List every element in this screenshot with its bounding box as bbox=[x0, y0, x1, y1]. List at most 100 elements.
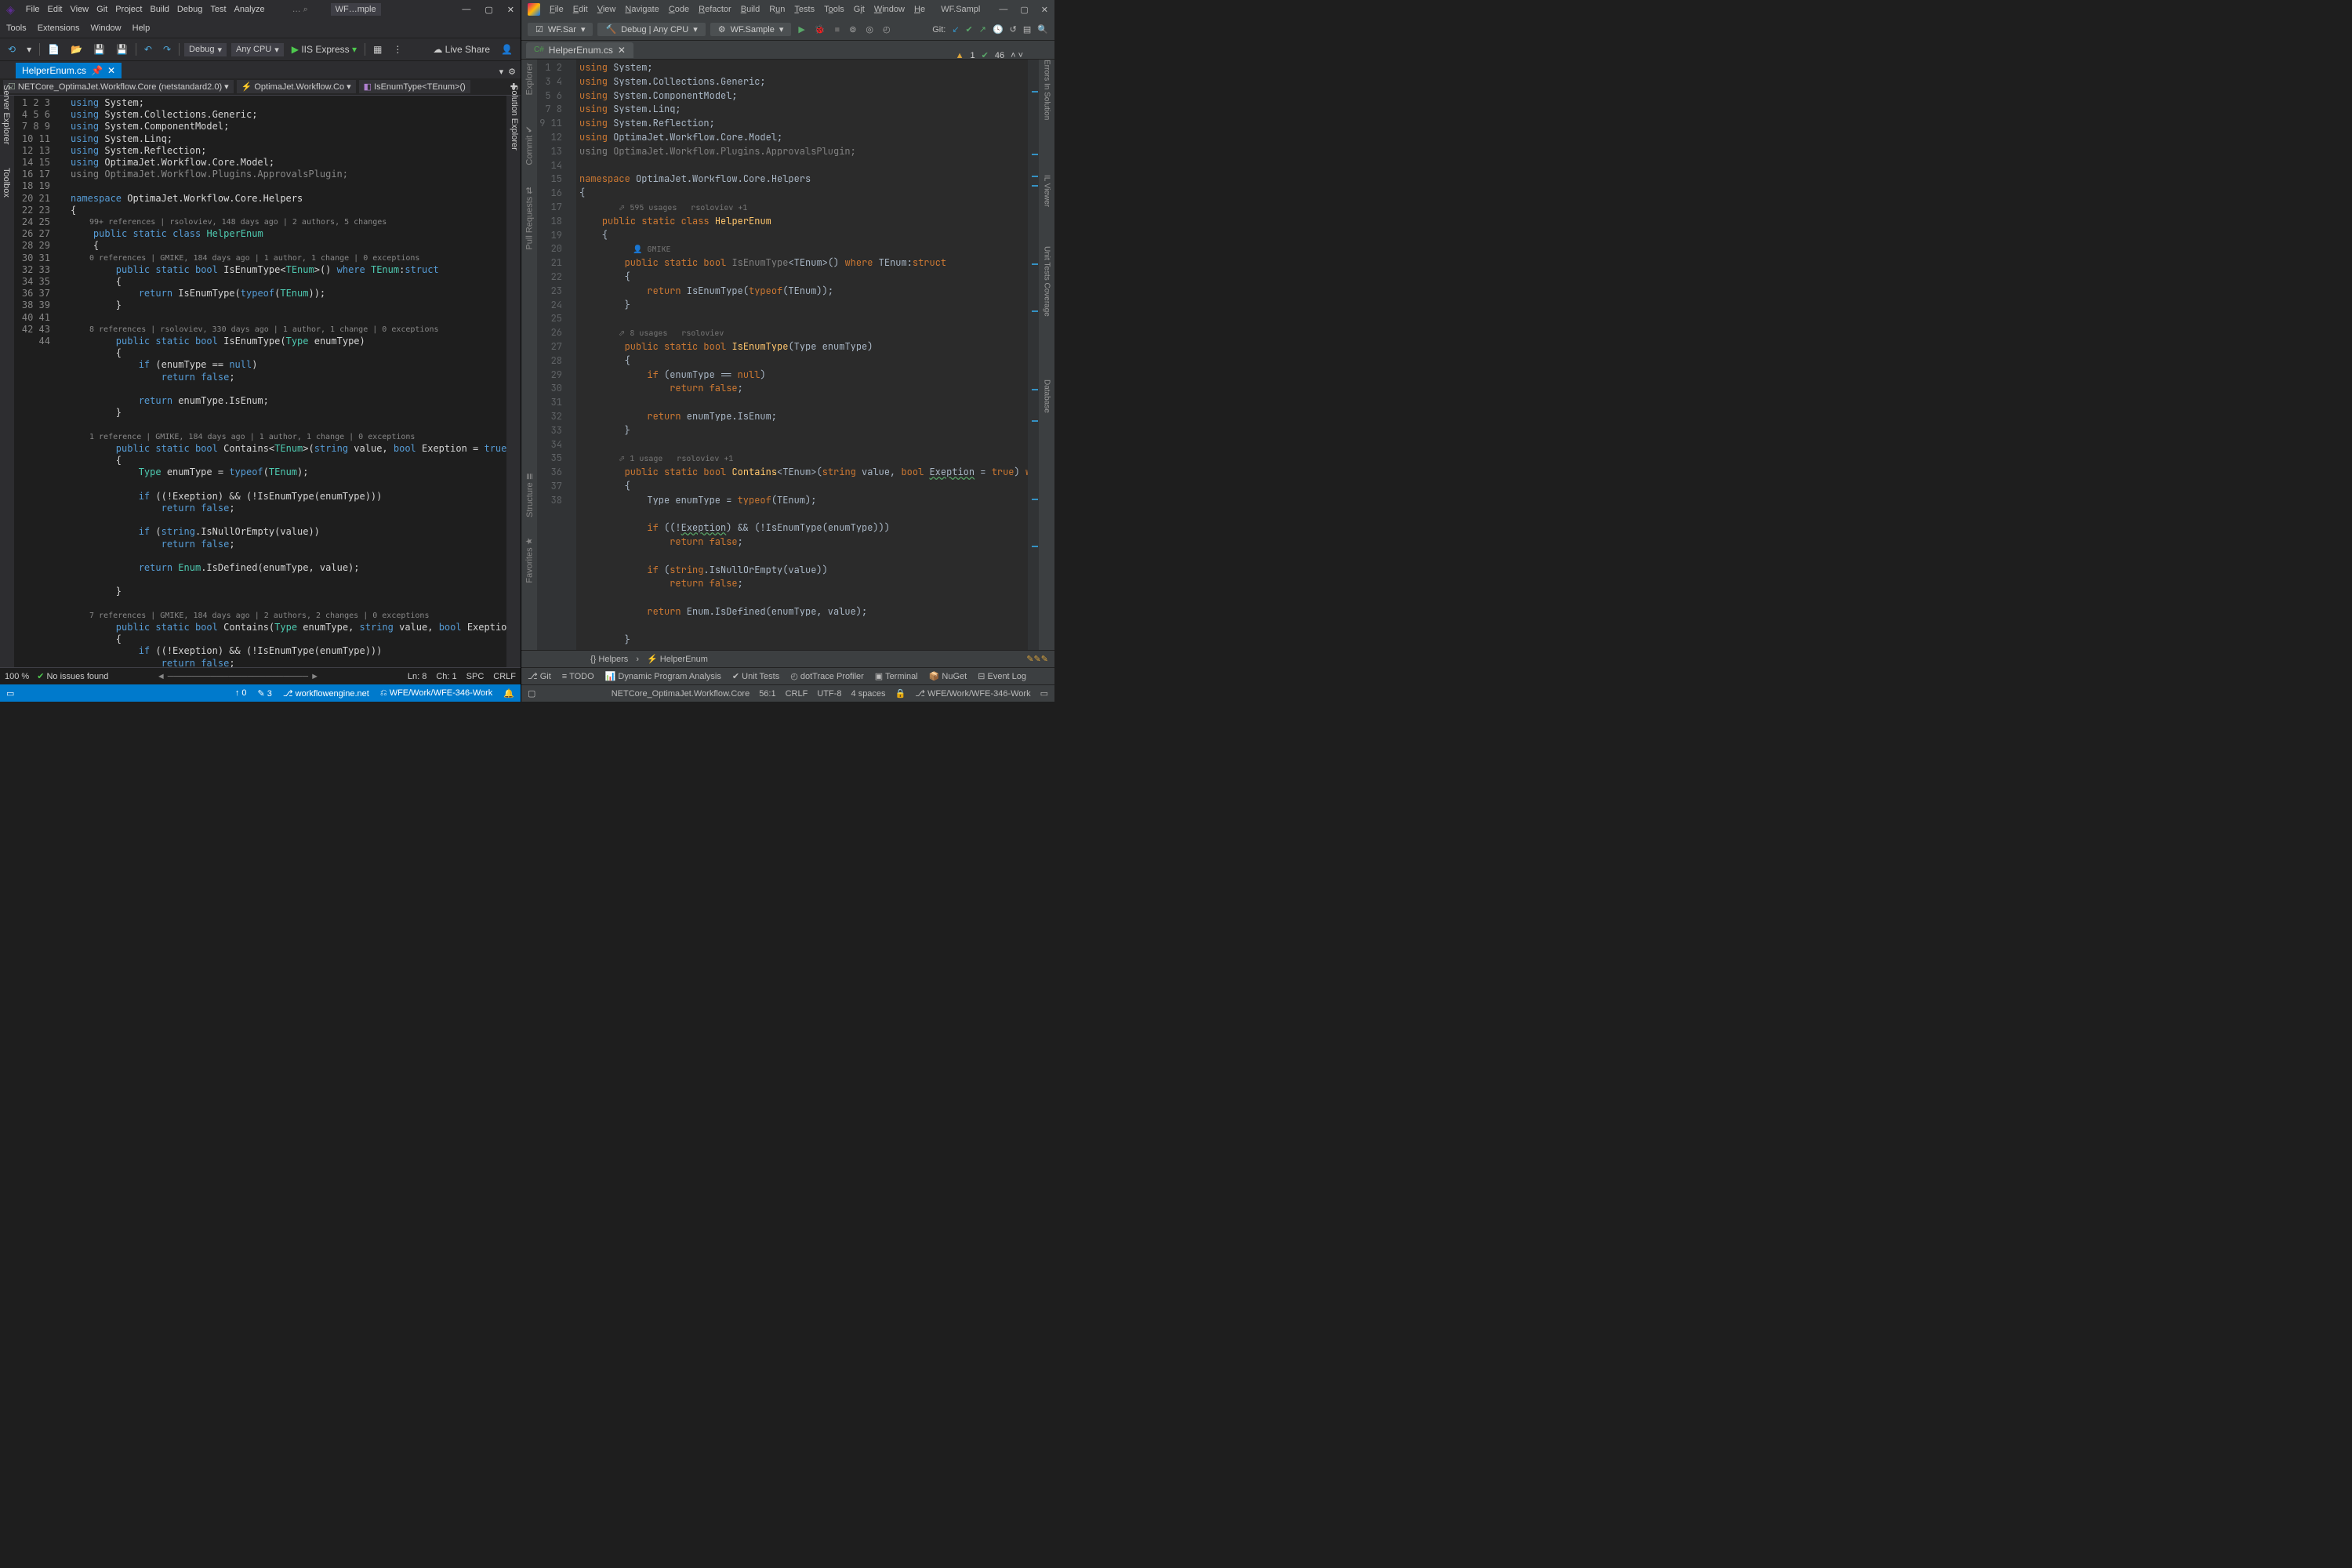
ctx-project[interactable]: ☑NETCore_OptimaJet.Workflow.Core (netsta… bbox=[3, 80, 234, 93]
search-icon[interactable]: 🔍 bbox=[1037, 24, 1048, 34]
bread-ns[interactable]: Helpers bbox=[598, 655, 628, 664]
vs-menu-analyze[interactable]: Analyze bbox=[234, 5, 265, 14]
tab-gear-icon[interactable]: ⚙ bbox=[508, 67, 516, 77]
vtab-pull-requests[interactable]: Pull Requests ⇄ bbox=[524, 187, 535, 249]
structure-icon[interactable]: ▤ bbox=[1023, 24, 1031, 34]
vs-menu-help[interactable]: Help bbox=[132, 24, 151, 33]
vtab-database[interactable]: Database bbox=[1043, 379, 1051, 413]
status-ram-icon[interactable]: ▭ bbox=[1040, 688, 1048, 699]
repo-indicator[interactable]: ⎇ workflowengine.net bbox=[283, 688, 369, 699]
vtab-il-viewer[interactable]: IL Viewer bbox=[1043, 175, 1051, 207]
rd-menu-file[interactable]: File bbox=[550, 5, 564, 14]
bread-class[interactable]: HelperEnum bbox=[660, 655, 708, 664]
vtab-toolbox[interactable]: Toolbox bbox=[0, 165, 13, 201]
rd-menu-help[interactable]: He bbox=[914, 5, 925, 14]
zoom-dropdown[interactable]: 100 % bbox=[5, 672, 29, 681]
git-history-icon[interactable]: 🕓 bbox=[993, 24, 1004, 34]
profiler-icon[interactable]: ⊚ bbox=[847, 24, 858, 34]
rd-config-picker[interactable]: 🔨 Debug | Any CPU ▾ bbox=[597, 23, 705, 36]
rd-sln-picker[interactable]: ☑ WF.Sar ▾ bbox=[528, 23, 593, 36]
close-icon[interactable]: ✕ bbox=[1041, 5, 1048, 15]
vs-code-area[interactable]: using System; using System.Collections.G… bbox=[67, 96, 506, 667]
rd-menu-view[interactable]: View bbox=[597, 5, 616, 14]
vtab-structure[interactable]: Structure ≣ bbox=[524, 473, 535, 517]
vs-menu-tools[interactable]: Tools bbox=[6, 24, 27, 33]
tool-git[interactable]: ⎇ Git bbox=[528, 671, 551, 681]
eol-indicator[interactable]: CRLF bbox=[493, 672, 516, 681]
vs-menu-debug[interactable]: Debug bbox=[177, 5, 202, 14]
ins-indicator[interactable]: SPC bbox=[466, 672, 485, 681]
vtab-solution-explorer[interactable]: Solution Explorer bbox=[508, 82, 521, 154]
tab-close-icon[interactable]: ✕ bbox=[107, 65, 115, 76]
minimize-icon[interactable]: — bbox=[462, 5, 470, 15]
minimize-icon[interactable]: — bbox=[999, 5, 1007, 15]
tool-todo[interactable]: ≡ TODO bbox=[562, 672, 594, 681]
pin-icon[interactable]: 📌 bbox=[91, 65, 103, 76]
run-icon[interactable]: ▶ bbox=[796, 24, 807, 34]
tool-dpa[interactable]: 📊 Dynamic Program Analysis bbox=[605, 671, 721, 681]
status-proj[interactable]: NETCore_OptimaJet.Workflow.Core bbox=[612, 689, 750, 699]
pencils-icon[interactable]: ✎✎✎ bbox=[1026, 654, 1048, 664]
vs-menu-build[interactable]: Build bbox=[150, 5, 169, 14]
ln-indicator[interactable]: Ln: 8 bbox=[408, 672, 426, 681]
vtab-errors[interactable]: Errors In Solution bbox=[1043, 60, 1051, 120]
issues-status[interactable]: ✔ No issues found bbox=[37, 671, 108, 681]
tab-close-icon[interactable]: ✕ bbox=[618, 45, 626, 56]
vtab-commit[interactable]: Commit ✔ bbox=[524, 125, 535, 165]
rd-menu-code[interactable]: Code bbox=[669, 5, 689, 14]
rd-menu-run[interactable]: Run bbox=[769, 5, 785, 14]
vs-editor-tab[interactable]: HelperEnum.cs 📌 ✕ bbox=[16, 63, 122, 78]
vtab-favorites[interactable]: Favorites ★ bbox=[524, 537, 535, 583]
status-eol[interactable]: CRLF bbox=[786, 689, 808, 699]
inspection-widgets[interactable]: ▲1 ✔46 ˄ ˅ bbox=[956, 50, 1023, 60]
vs-editor[interactable]: 1 2 3 4 5 6 7 8 9 10 11 12 13 14 15 16 1… bbox=[14, 96, 506, 667]
status-lock-icon[interactable]: 🔒 bbox=[895, 688, 906, 699]
stop-icon[interactable]: ■ bbox=[833, 25, 843, 34]
tool-event-log[interactable]: ⊟ Event Log bbox=[978, 671, 1026, 681]
git-commit-icon[interactable]: ✔ bbox=[966, 24, 973, 34]
git-update-icon[interactable]: ↙ bbox=[952, 24, 959, 34]
tb-misc2[interactable]: ⋮ bbox=[390, 42, 405, 56]
vtab-explorer[interactable]: Explorer 📁 bbox=[524, 60, 535, 95]
vs-search-box[interactable]: … ⌕ bbox=[281, 5, 320, 15]
platform-combo[interactable]: Any CPU ▾ bbox=[231, 43, 284, 56]
vs-titlebar-doc[interactable]: WF…mple bbox=[331, 3, 381, 16]
ctx-member[interactable]: ◧IsEnumType<TEnum>() bbox=[359, 80, 470, 93]
rd-code-area[interactable]: using System; using System.Collections.G… bbox=[576, 60, 1028, 650]
vs-menu-edit[interactable]: Edit bbox=[48, 5, 63, 14]
coverage-icon[interactable]: ◎ bbox=[863, 24, 876, 34]
tb-misc1[interactable]: ▦ bbox=[370, 42, 385, 56]
status-branch[interactable]: ⎇ WFE/Work/WFE-346-Work bbox=[915, 688, 1030, 699]
status-pos[interactable]: 56:1 bbox=[759, 689, 775, 699]
tool-nuget[interactable]: 📦 NuGet bbox=[929, 671, 967, 681]
pending-up[interactable]: ↑ 0 bbox=[235, 688, 247, 698]
git-push-icon[interactable]: ↗ bbox=[979, 24, 986, 34]
vs-menu-extensions[interactable]: Extensions bbox=[38, 24, 80, 33]
rd-menu-build[interactable]: Build bbox=[741, 5, 760, 14]
vs-menu-git[interactable]: Git bbox=[96, 5, 107, 14]
bell-icon[interactable]: 🔔 bbox=[503, 688, 514, 699]
git-rollback-icon[interactable]: ↺ bbox=[1010, 24, 1017, 34]
vs-menu-window[interactable]: Window bbox=[91, 24, 122, 33]
vs-menu-view[interactable]: View bbox=[70, 5, 89, 14]
status-indent[interactable]: 4 spaces bbox=[851, 689, 886, 699]
vtab-server-explorer[interactable]: Server Explorer bbox=[0, 82, 13, 147]
liveshare-button[interactable]: ☁ Live Share bbox=[430, 42, 493, 56]
rd-menu-git[interactable]: Git bbox=[854, 5, 865, 14]
status-enc[interactable]: UTF-8 bbox=[817, 689, 841, 699]
rd-menu-refactor[interactable]: Refactor bbox=[699, 5, 731, 14]
nav-fwd-icon[interactable]: ▾ bbox=[24, 42, 34, 56]
new-icon[interactable]: 📄 bbox=[45, 42, 63, 56]
tab-dropdown-icon[interactable]: ▾ bbox=[499, 67, 504, 77]
open-icon[interactable]: 📂 bbox=[67, 42, 85, 56]
rd-error-stripe[interactable] bbox=[1028, 60, 1039, 650]
tool-unit-tests[interactable]: ✔ Unit Tests bbox=[732, 671, 779, 681]
vtab-unit-tests-coverage[interactable]: Unit Tests Coverage bbox=[1043, 246, 1051, 317]
vs-menu-file[interactable]: File bbox=[26, 5, 40, 14]
maximize-icon[interactable]: ▢ bbox=[485, 5, 492, 15]
rd-menu-tests[interactable]: Tests bbox=[794, 5, 815, 14]
rider-editor[interactable]: Explorer 📁 Commit ✔ Pull Requests ⇄ Stru… bbox=[521, 60, 1054, 650]
undo-icon[interactable]: ↶ bbox=[141, 42, 155, 56]
tool-terminal[interactable]: ▣ Terminal bbox=[875, 671, 918, 681]
rd-menu-tools[interactable]: Tools bbox=[824, 5, 844, 14]
